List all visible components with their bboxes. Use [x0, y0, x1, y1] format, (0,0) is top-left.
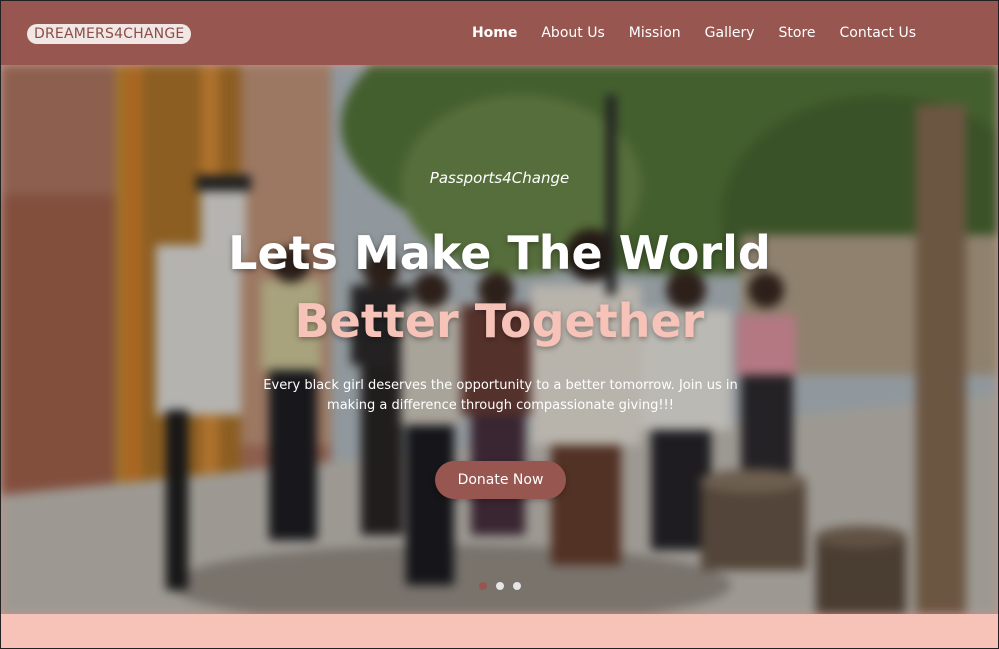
carousel-dot-2[interactable]	[495, 582, 504, 590]
nav-store[interactable]: Store	[779, 25, 816, 41]
hero-headline: Lets Make The World	[228, 226, 771, 280]
brand-logo[interactable]: DREAMERS4CHANGE	[27, 24, 192, 44]
hero-headline-accent: Better Together	[294, 294, 705, 348]
donate-now-button[interactable]: Donate Now	[435, 461, 566, 499]
nav-contact-us[interactable]: Contact Us	[840, 25, 916, 41]
nav-gallery[interactable]: Gallery	[705, 25, 755, 41]
hero-subtext: Every black girl deserves the opportunit…	[263, 378, 738, 413]
carousel-dot-3[interactable]	[512, 582, 521, 590]
hero-content: Passports4Change Lets Make The World Bet…	[1, 65, 998, 614]
site-header: DREAMERS4CHANGE Home About Us Mission Ga…	[1, 1, 998, 65]
main-nav: Home About Us Mission Gallery Store Cont…	[472, 1, 916, 65]
nav-home[interactable]: Home	[472, 25, 517, 41]
page-frame: DREAMERS4CHANGE Home About Us Mission Ga…	[0, 0, 999, 649]
nav-mission[interactable]: Mission	[629, 25, 681, 41]
carousel-indicators	[1, 582, 998, 590]
hero-eyebrow: Passports4Change	[429, 169, 570, 187]
next-section-band	[1, 614, 998, 648]
nav-about-us[interactable]: About Us	[541, 25, 604, 41]
carousel-dot-1[interactable]	[478, 582, 487, 590]
hero-carousel: Passports4Change Lets Make The World Bet…	[1, 65, 998, 614]
